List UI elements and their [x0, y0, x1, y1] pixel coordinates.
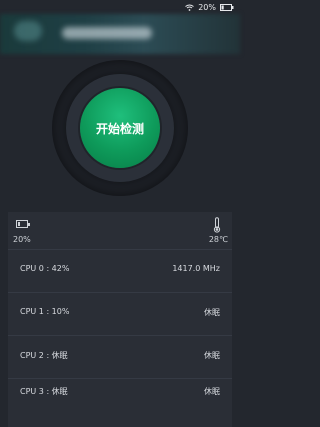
back-button[interactable] [14, 21, 42, 41]
temperature-value: 28℃ [208, 235, 228, 244]
screen: 20% 开始检测 20% 28℃ CPU 0 : 42% 1417.0 MHz … [0, 0, 240, 427]
cpu-label: CPU 2 : 休眠 [20, 351, 68, 360]
battery-level-fill [18, 222, 20, 226]
start-detection-button[interactable]: 开始检测 [80, 88, 160, 168]
page-title [62, 27, 152, 39]
battery-icon [16, 220, 30, 228]
cpu-label: CPU 1 : 10% [20, 307, 70, 316]
battery-percent: 20% [13, 235, 31, 244]
cpu-row-3: CPU 3 : 休眠 休眠 [8, 372, 232, 412]
cpu-row-2: CPU 2 : 休眠 休眠 [8, 336, 232, 376]
cpu-value: 休眠 [204, 387, 220, 396]
cpu-row-1: CPU 1 : 10% 休眠 [8, 293, 232, 333]
cpu-value: 休眠 [204, 351, 220, 360]
start-detection-label: 开始检测 [95, 121, 144, 136]
status-battery-icon [220, 3, 234, 11]
cpu-label: CPU 0 : 42% [20, 264, 70, 273]
cpu-info-panel: 20% 28℃ CPU 0 : 42% 1417.0 MHz CPU 1 : 1… [8, 212, 232, 427]
wifi-icon [185, 4, 195, 11]
status-battery-text: 20% [198, 2, 216, 12]
thermometer-icon [213, 217, 221, 233]
status-bar: 20% [0, 0, 240, 14]
cpu-value: 1417.0 MHz [172, 264, 220, 273]
summary-row: 20% 28℃ [8, 212, 232, 248]
cpu-value: 休眠 [204, 308, 220, 317]
cpu-row-0: CPU 0 : 42% 1417.0 MHz [8, 250, 232, 290]
cpu-label: CPU 3 : 休眠 [20, 387, 68, 396]
